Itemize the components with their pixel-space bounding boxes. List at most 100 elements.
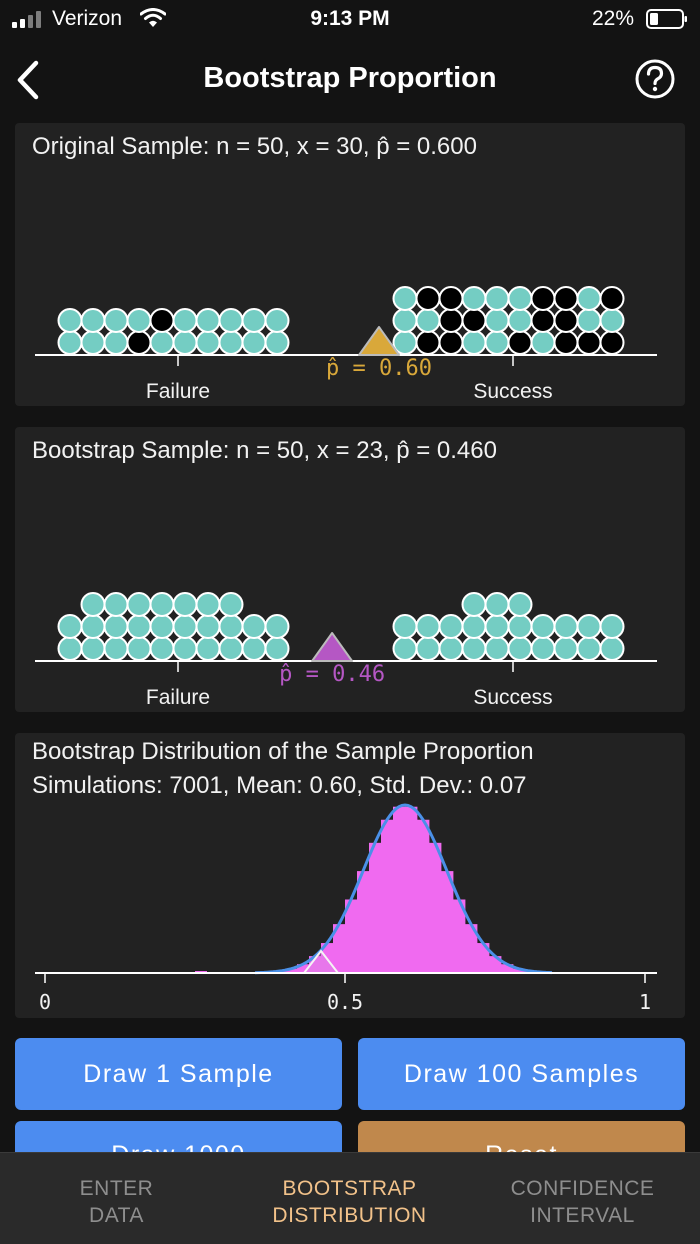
data-dot bbox=[530, 636, 556, 661]
data-dot bbox=[415, 330, 441, 355]
page-title: Bootstrap Proportion bbox=[203, 62, 497, 94]
data-dot bbox=[438, 636, 464, 661]
data-dot bbox=[195, 592, 221, 617]
histogram-bar bbox=[369, 842, 382, 973]
data-dot bbox=[218, 592, 244, 617]
data-dot bbox=[438, 286, 464, 311]
tab-enter-data[interactable]: ENTER DATA bbox=[0, 1175, 233, 1229]
data-dot bbox=[576, 614, 602, 639]
data-dot bbox=[461, 286, 487, 311]
histogram-bar bbox=[405, 806, 418, 973]
data-dot bbox=[241, 308, 267, 333]
data-dot bbox=[149, 330, 175, 355]
original-sample-panel: Original Sample: n = 50, x = 30, p̂ = 0.… bbox=[15, 123, 685, 406]
histogram-bar bbox=[381, 819, 394, 973]
data-dot bbox=[530, 614, 556, 639]
tab-label-line2: DISTRIBUTION bbox=[272, 1204, 427, 1227]
data-dot bbox=[599, 614, 625, 639]
histogram-bar bbox=[417, 819, 430, 973]
histogram-bar bbox=[357, 871, 370, 973]
data-dot bbox=[195, 636, 221, 661]
data-dot bbox=[507, 636, 533, 661]
data-dot bbox=[264, 330, 290, 355]
tab-label-line1: CONFIDENCE bbox=[510, 1177, 655, 1200]
data-dot bbox=[195, 330, 221, 355]
data-dot bbox=[507, 286, 533, 311]
tab-label-line1: ENTER bbox=[79, 1177, 154, 1200]
data-dot bbox=[438, 614, 464, 639]
tab-confidence-interval[interactable]: CONFIDENCE INTERVAL bbox=[466, 1175, 699, 1229]
data-dot bbox=[218, 636, 244, 661]
data-dot bbox=[126, 592, 152, 617]
data-dot bbox=[530, 286, 556, 311]
data-dot bbox=[507, 614, 533, 639]
bootstrap-sample-dotplot: p̂ = 0.46 Failure Success bbox=[35, 592, 657, 709]
data-dot bbox=[392, 308, 418, 333]
bootstrap-sample-panel: Bootstrap Sample: n = 50, x = 23, p̂ = 0… bbox=[15, 427, 685, 712]
data-dot bbox=[484, 308, 510, 333]
data-dot bbox=[507, 592, 533, 617]
tick-label: 0 bbox=[39, 990, 51, 1014]
data-dot bbox=[599, 330, 625, 355]
bootstrap-distribution-panel: Bootstrap Distribution of the Sample Pro… bbox=[15, 733, 685, 1018]
data-dot bbox=[149, 592, 175, 617]
data-dot bbox=[241, 614, 267, 639]
data-dot bbox=[507, 330, 533, 355]
data-dot bbox=[172, 614, 198, 639]
draw-1-sample-button[interactable]: Draw 1 Sample bbox=[15, 1038, 342, 1110]
data-dot bbox=[103, 636, 129, 661]
navigation-bar: Bootstrap Proportion bbox=[0, 40, 700, 120]
help-button[interactable] bbox=[634, 58, 676, 100]
data-dot bbox=[195, 308, 221, 333]
success-label: Success bbox=[473, 380, 552, 403]
data-dot bbox=[57, 614, 83, 639]
tab-label-line2: DATA bbox=[89, 1204, 144, 1227]
tick-label: 1 bbox=[639, 990, 651, 1014]
data-dot bbox=[438, 330, 464, 355]
failure-label: Failure bbox=[146, 380, 210, 403]
tab-bootstrap-distribution[interactable]: BOOTSTRAP DISTRIBUTION bbox=[233, 1175, 466, 1229]
data-dot bbox=[484, 592, 510, 617]
data-dot bbox=[218, 614, 244, 639]
phat-marker bbox=[311, 632, 354, 662]
data-dot bbox=[195, 614, 221, 639]
data-dot bbox=[241, 330, 267, 355]
data-dot bbox=[415, 308, 441, 333]
data-dot bbox=[438, 308, 464, 333]
data-dot bbox=[599, 286, 625, 311]
data-dot bbox=[126, 330, 152, 355]
battery-percent: 22% bbox=[592, 7, 635, 30]
tab-bar: ENTER DATA BOOTSTRAP DISTRIBUTION CONFID… bbox=[0, 1152, 700, 1244]
phat-label: p̂ = 0.46 bbox=[279, 662, 385, 687]
phat-label: p̂ = 0.60 bbox=[326, 356, 432, 381]
original-sample-dotplot: p̂ = 0.60 Failure Success bbox=[35, 286, 657, 403]
data-dot bbox=[576, 330, 602, 355]
data-dot bbox=[80, 308, 106, 333]
data-dot bbox=[103, 308, 129, 333]
data-dot bbox=[149, 308, 175, 333]
data-dot bbox=[172, 330, 198, 355]
data-dot bbox=[576, 308, 602, 333]
tab-label-line2: INTERVAL bbox=[530, 1204, 635, 1227]
data-dot bbox=[126, 614, 152, 639]
histogram-bar bbox=[441, 871, 454, 973]
data-dot bbox=[461, 592, 487, 617]
data-dot bbox=[126, 636, 152, 661]
success-label: Success bbox=[473, 686, 552, 709]
status-bar: Verizon 9:13 PM 22% bbox=[0, 0, 700, 40]
data-dot bbox=[392, 286, 418, 311]
data-dot bbox=[103, 614, 129, 639]
data-dot bbox=[530, 330, 556, 355]
data-dot bbox=[392, 614, 418, 639]
data-dot bbox=[461, 614, 487, 639]
draw-100-samples-button[interactable]: Draw 100 Samples bbox=[358, 1038, 685, 1110]
data-dot bbox=[484, 330, 510, 355]
data-dot bbox=[530, 308, 556, 333]
tab-label-line1: BOOTSTRAP bbox=[282, 1177, 417, 1200]
data-dot bbox=[218, 308, 244, 333]
data-dot bbox=[507, 308, 533, 333]
data-dot bbox=[553, 308, 579, 333]
data-dot bbox=[149, 614, 175, 639]
data-dot bbox=[103, 330, 129, 355]
data-dot bbox=[461, 330, 487, 355]
